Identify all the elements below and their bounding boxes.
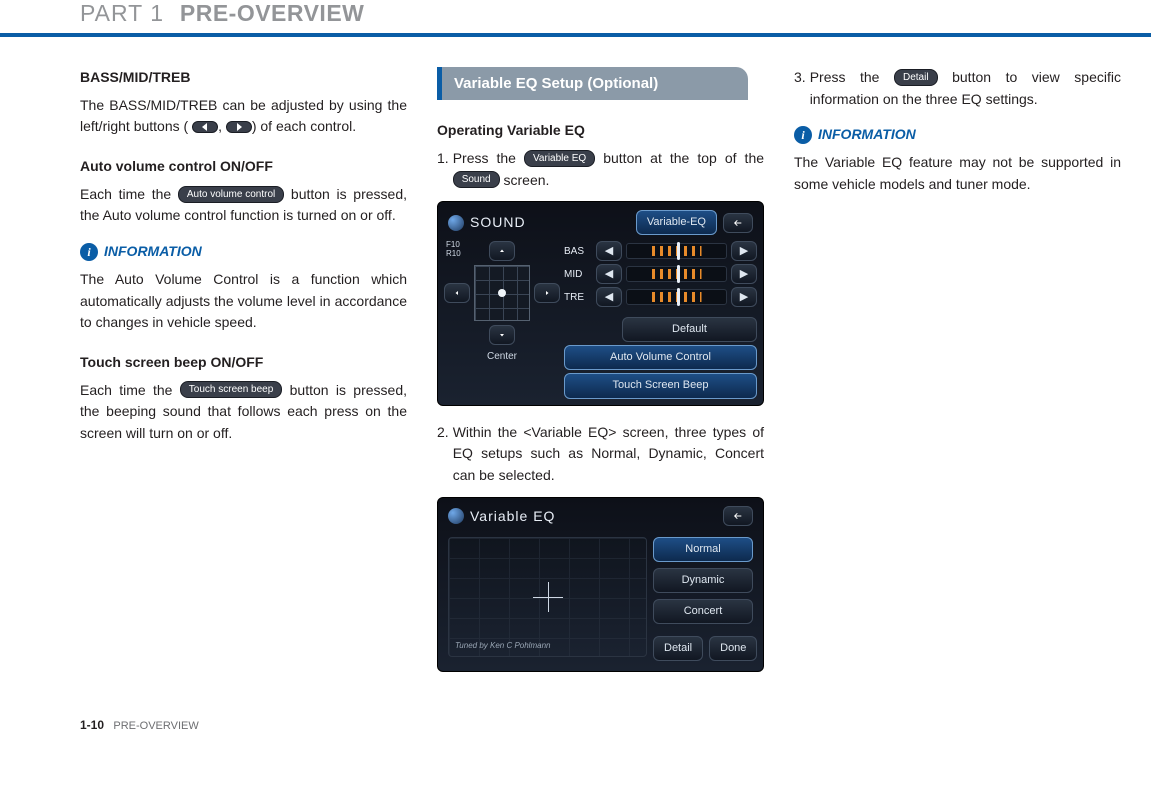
heading-avc: Auto volume control ON/OFF <box>80 156 407 178</box>
treble-down-button[interactable]: ◀ <box>596 287 622 307</box>
bass-slider[interactable] <box>626 243 727 259</box>
step-1: 1. Press the Variable EQ button at the t… <box>437 148 764 191</box>
text-bass: The BASS/MID/TREB can be adjusted by usi… <box>80 95 407 138</box>
information-heading: i INFORMATION <box>80 241 407 263</box>
column-3: 3. Press the Detail button to view speci… <box>794 67 1121 688</box>
panel-title: SOUND <box>470 212 526 234</box>
auto-volume-control-panel-button[interactable]: Auto Volume Control <box>564 345 757 370</box>
heading-beep: Touch screen beep ON/OFF <box>80 352 407 374</box>
detail-button-inline: Detail <box>894 69 938 86</box>
step-3: 3. Press the Detail button to view speci… <box>794 67 1121 110</box>
information-label: INFORMATION <box>104 241 202 263</box>
page-header: PART 1 PRE-OVERVIEW <box>0 0 1151 37</box>
variable-eq-top-button[interactable]: Variable-EQ <box>636 210 717 235</box>
bass-down-button[interactable]: ◀ <box>596 241 622 261</box>
info-icon: i <box>794 126 812 144</box>
normal-eq-button[interactable]: Normal <box>653 537 753 562</box>
bass-up-button[interactable]: ▶ <box>731 241 757 261</box>
page-footer: 1-10 PRE-OVERVIEW <box>0 688 1151 732</box>
footer-section: PRE-OVERVIEW <box>113 720 198 732</box>
brand-logo-icon <box>448 508 464 524</box>
balance-left-button[interactable] <box>444 283 470 303</box>
done-button[interactable]: Done <box>709 636 757 661</box>
concert-eq-button[interactable]: Concert <box>653 599 753 624</box>
sound-panel-screenshot: SOUND Variable-EQ F10R10 Center <box>437 201 764 405</box>
step-2: 2. Within the <Variable EQ> screen, thre… <box>437 422 764 487</box>
column-2: Variable EQ Setup (Optional) Operating V… <box>437 67 764 688</box>
text-beep: Each time the Touch screen beep button i… <box>80 380 407 445</box>
back-button[interactable] <box>723 213 753 233</box>
treble-up-button[interactable]: ▶ <box>731 287 757 307</box>
balance-right-button[interactable] <box>534 283 560 303</box>
mid-slider[interactable] <box>626 266 727 282</box>
touch-screen-beep-button: Touch screen beep <box>180 381 283 398</box>
section-tab-variable-eq: Variable EQ Setup (Optional) <box>437 67 748 100</box>
column-1: BASS/MID/TREB The BASS/MID/TREB can be a… <box>80 67 407 688</box>
text-avc: Each time the Auto volume control button… <box>80 184 407 227</box>
center-label: Center <box>487 349 517 365</box>
tuned-by-label: Tuned by Ken C Pohlmann <box>455 640 550 652</box>
auto-volume-control-button: Auto volume control <box>178 186 284 203</box>
back-button[interactable] <box>723 506 753 526</box>
right-arrow-icon <box>226 121 252 133</box>
heading-bass: BASS/MID/TREB <box>80 67 407 89</box>
sound-button: Sound <box>453 171 500 188</box>
section-title: PRE-OVERVIEW <box>180 0 365 26</box>
eq-graph: Tuned by Ken C Pohlmann <box>448 537 647 657</box>
default-button[interactable]: Default <box>622 317 757 342</box>
information-label: INFORMATION <box>818 124 916 146</box>
variable-eq-button: Variable EQ <box>524 150 595 167</box>
panel-title: Variable EQ <box>470 506 555 528</box>
touch-screen-beep-panel-button[interactable]: Touch Screen Beep <box>564 373 757 398</box>
variable-eq-panel-screenshot: Variable EQ Tuned by Ken C Pohlmann Norm… <box>437 497 764 673</box>
page-number: 1-10 <box>80 718 104 732</box>
information-heading: i INFORMATION <box>794 124 1121 146</box>
brand-logo-icon <box>448 215 464 231</box>
mid-down-button[interactable]: ◀ <box>596 264 622 284</box>
info-icon: i <box>80 243 98 261</box>
fader-up-button[interactable] <box>489 241 515 261</box>
text-veq-info: The Variable EQ feature may not be suppo… <box>794 152 1121 195</box>
mid-up-button[interactable]: ▶ <box>731 264 757 284</box>
heading-operating-veq: Operating Variable EQ <box>437 120 764 142</box>
detail-button[interactable]: Detail <box>653 636 703 661</box>
balance-fader-grid[interactable] <box>474 265 530 321</box>
dynamic-eq-button[interactable]: Dynamic <box>653 568 753 593</box>
fader-down-button[interactable] <box>489 325 515 345</box>
text-avc-info: The Auto Volume Control is a function wh… <box>80 269 407 334</box>
treble-slider[interactable] <box>626 289 727 305</box>
left-arrow-icon <box>192 121 218 133</box>
part-label: PART 1 <box>80 0 164 26</box>
